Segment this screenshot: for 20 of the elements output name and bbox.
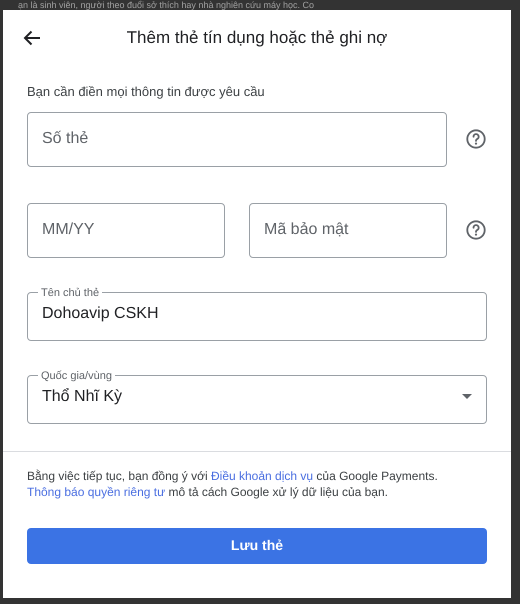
terms-link[interactable]: Thông báo quyền riêng tư <box>27 484 166 498</box>
help-icon[interactable] <box>465 219 487 241</box>
input-field[interactable]: Tên chủ thẻ Dohoavip CSKH <box>27 286 487 340</box>
input-field[interactable]: Số thẻ <box>27 112 447 166</box>
required-notice: Bạn cần điền mọi thông tin được yêu cầu <box>27 83 266 101</box>
input-field[interactable]: Mã bảo mật <box>249 202 447 258</box>
background-page-text: ạn là sinh viên, người theo đuổi sở thích hay nhà nghiên cứu máy học. Co <box>17 0 316 10</box>
save-card-button[interactable]: Lưu thẻ <box>27 528 487 564</box>
field-label: Quốc gia/vùng <box>40 368 113 382</box>
back-arrow-icon[interactable] <box>23 30 41 46</box>
help-icon[interactable] <box>465 128 487 150</box>
dropdown-caret-icon <box>462 394 472 399</box>
terms-notice: Bằng việc tiếp tục, bạn đồng ý với Điều khoản dịch vụ của Google Payments. Thông báo quyền riêng tư mô tả cách Google xử lý dữ liệu của bạn. <box>26 468 439 500</box>
terms-link[interactable]: Điều khoản dịch vụ <box>210 468 314 482</box>
input-field[interactable]: MM/YY <box>27 202 225 258</box>
dialog-title: Thêm thẻ tín dụng hoặc thẻ ghi nợ <box>126 27 388 50</box>
field-value: Dohoavip CSKH <box>42 304 160 324</box>
field-label: Tên chủ thẻ <box>40 286 100 300</box>
select-field[interactable]: Quốc gia/vùng Thổ Nhĩ Kỳ <box>27 368 487 424</box>
field-value: Thổ Nhĩ Kỳ <box>42 386 124 406</box>
